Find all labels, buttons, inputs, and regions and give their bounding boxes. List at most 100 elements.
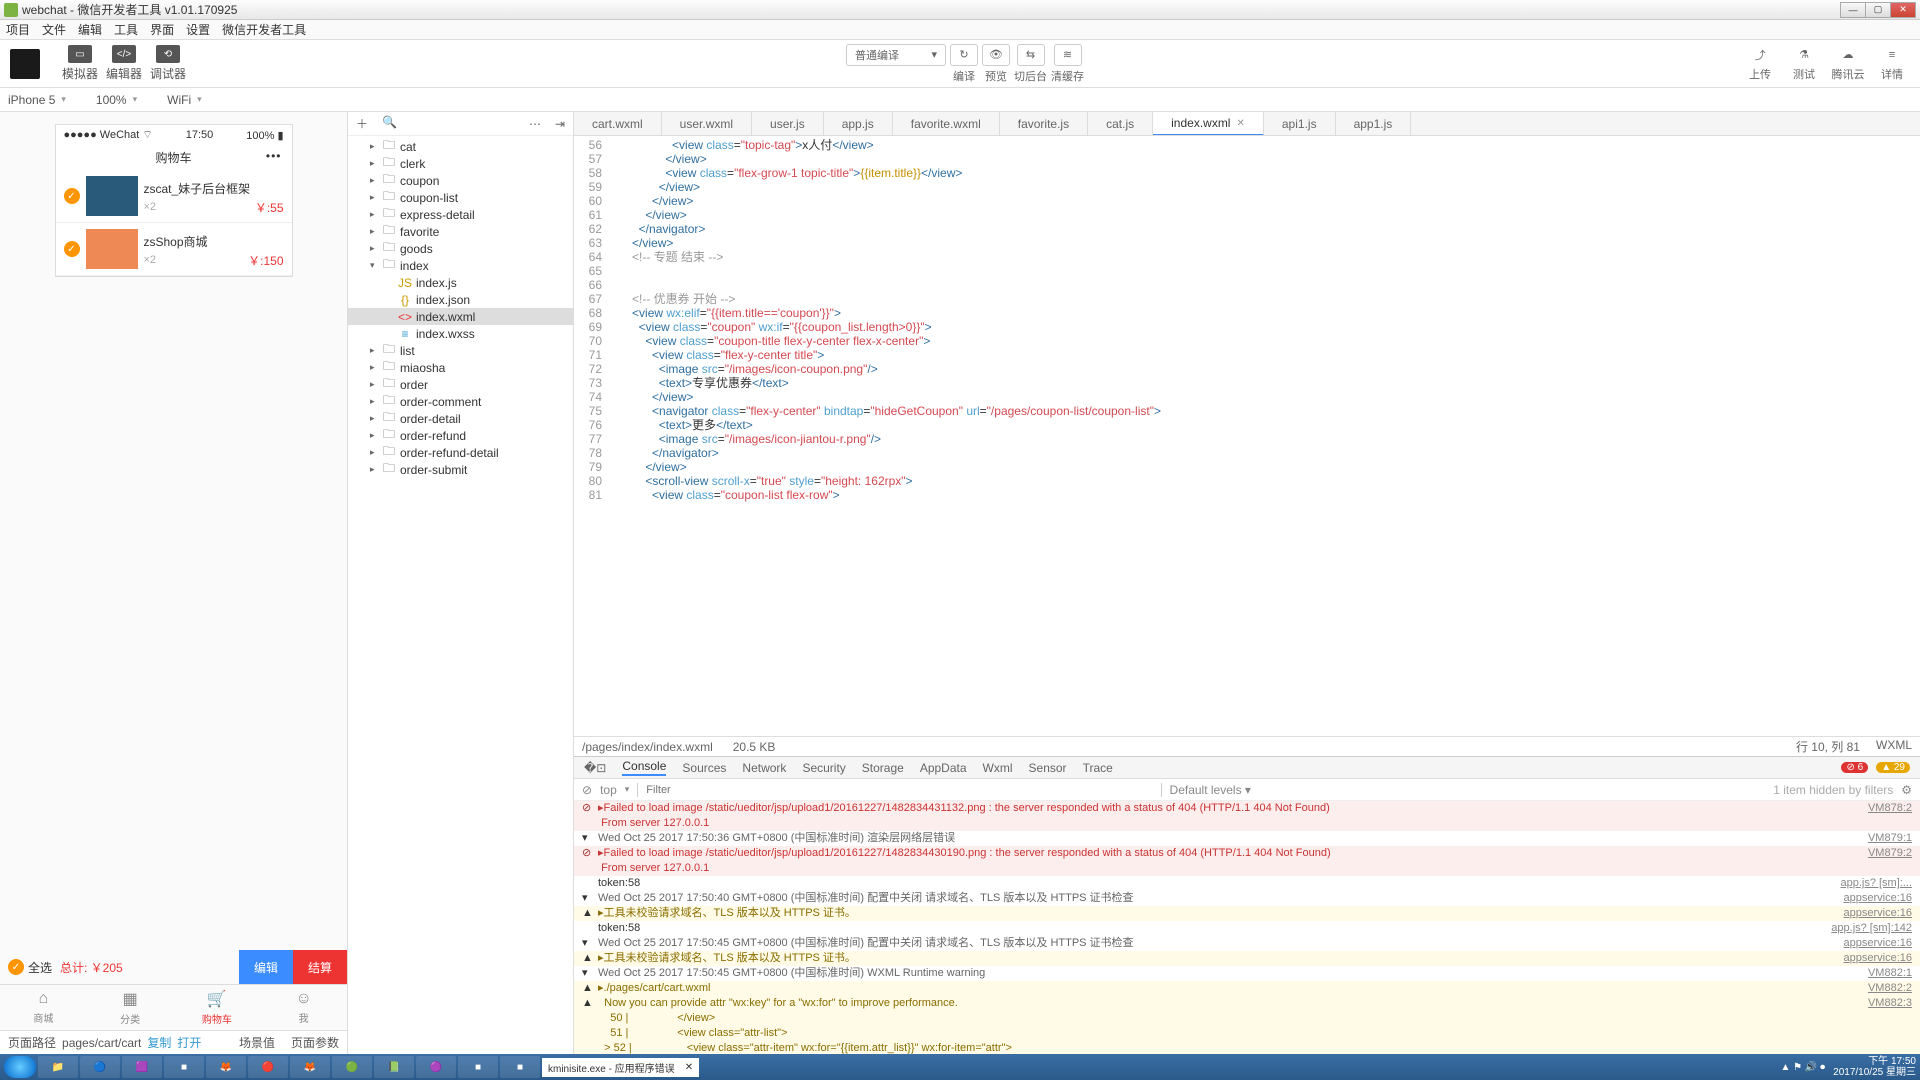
clear-console-button[interactable]: ⊘ [582, 783, 592, 797]
tb-测试-icon[interactable]: ⚗ [1792, 46, 1816, 64]
clock[interactable]: 下午 17:50 2017/10/25 星期三 [1833, 1056, 1916, 1078]
filter-input[interactable] [646, 784, 1152, 796]
taskbar-item[interactable]: ■ [164, 1056, 204, 1078]
taskbar-item[interactable]: 🟣 [416, 1056, 456, 1078]
cart-item[interactable]: ✓ zsShop商城 ×2 ￥:150 [56, 223, 292, 276]
devtools-toggle-icon[interactable]: �⊡ [584, 761, 606, 775]
log-line[interactable]: ▲▸./pages/cart/cart.wxmlVM882:2 [574, 981, 1920, 996]
tree-file-index.wxml[interactable]: <>index.wxml [348, 308, 573, 325]
devtools-tab-sensor[interactable]: Sensor [1029, 761, 1067, 775]
system-tray[interactable]: ▲ ⚑ 🔊 ⏺ 下午 17:50 2017/10/25 星期三 [1781, 1056, 1917, 1078]
start-button[interactable] [4, 1056, 36, 1078]
log-line[interactable]: ▾Wed Oct 25 2017 17:50:45 GMT+0800 (中国标准… [574, 966, 1920, 981]
error-count[interactable]: ⊘ 6 [1841, 762, 1868, 773]
add-file-button[interactable]: ＋ [356, 115, 368, 132]
log-line[interactable]: token:58app.js? [sm]:... [574, 876, 1920, 891]
taskbar-item[interactable]: 🔵 [80, 1056, 120, 1078]
close-icon[interactable]: ✕ [685, 1062, 693, 1073]
taskbar-item[interactable]: 📁 [38, 1056, 78, 1078]
tb-清缓存-icon[interactable]: ≋ [1054, 44, 1082, 66]
log-line[interactable]: ▾Wed Oct 25 2017 17:50:40 GMT+0800 (中国标准… [574, 891, 1920, 906]
code-editor[interactable]: 56 57 58 59 60 61 62 63 64 65 66 67 68 6… [574, 136, 1920, 736]
taskbar-item[interactable]: 📗 [374, 1056, 414, 1078]
taskbar-item[interactable]: ■ [500, 1056, 540, 1078]
close-button[interactable]: ✕ [1890, 2, 1916, 18]
taskbar-item[interactable]: 🦊 [206, 1056, 246, 1078]
menu-文件[interactable]: 文件 [42, 21, 66, 38]
settings-icon[interactable]: ⚙ [1901, 783, 1912, 797]
devtools-tab-storage[interactable]: Storage [862, 761, 904, 775]
log-line[interactable]: ⊘▸Failed to load image /static/ueditor/j… [574, 801, 1920, 831]
page-params[interactable]: 页面参数 [291, 1034, 339, 1051]
source-link[interactable]: app.js? [sm]:... [1840, 876, 1912, 891]
copy-link[interactable]: 复制 [147, 1034, 171, 1051]
devtools-tab-wxml[interactable]: Wxml [983, 761, 1013, 775]
collapse-button[interactable]: ⇥ [555, 117, 565, 131]
tab-user.wxml[interactable]: user.wxml [662, 112, 752, 136]
log-line[interactable]: ▲▸工具未校验请求域名、TLS 版本以及 HTTPS 证书。appservice… [574, 951, 1920, 966]
devtools-tab-appdata[interactable]: AppData [920, 761, 967, 775]
nav-分类[interactable]: ▦分类 [87, 985, 174, 1030]
select-all-checkbox[interactable]: ✓ [8, 959, 24, 975]
source-link[interactable]: appservice:16 [1844, 906, 1913, 921]
source-link[interactable]: VM882:2 [1868, 981, 1912, 996]
devtools-tab-sources[interactable]: Sources [682, 761, 726, 775]
context-select[interactable]: top [600, 783, 617, 797]
tab-app1.js[interactable]: app1.js [1336, 112, 1412, 136]
log-line[interactable]: ⊘▸Failed to load image /static/ueditor/j… [574, 846, 1920, 876]
tab-api1.js[interactable]: api1.js [1264, 112, 1336, 136]
tab-user.js[interactable]: user.js [752, 112, 824, 136]
source-link[interactable]: appservice:16 [1844, 936, 1913, 951]
active-window-tab[interactable]: kminisite.exe - 应用程序错误 ✕ [542, 1058, 699, 1077]
devtools-tab-security[interactable]: Security [802, 761, 845, 775]
toolbar-编辑器[interactable]: </>编辑器 [102, 45, 146, 82]
menu-设置[interactable]: 设置 [186, 21, 210, 38]
network-select[interactable]: WiFi [167, 93, 202, 107]
tab-close-icon[interactable]: ✕ [1236, 118, 1244, 129]
devtools-tab-console[interactable]: Console [622, 759, 666, 776]
tree-file-index.js[interactable]: JSindex.js [348, 274, 573, 291]
source-link[interactable]: appservice:16 [1844, 951, 1913, 966]
menu-界面[interactable]: 界面 [150, 21, 174, 38]
search-button[interactable]: 🔍 [382, 115, 397, 132]
taskbar-item[interactable]: 🦊 [290, 1056, 330, 1078]
nav-商城[interactable]: ⌂商城 [0, 985, 87, 1030]
source-link[interactable]: VM882:3 [1868, 996, 1912, 1054]
tb-切后台-icon[interactable]: ⇆ [1017, 44, 1045, 66]
tb-详情-icon[interactable]: ≡ [1880, 46, 1904, 64]
devtools-tab-trace[interactable]: Trace [1083, 761, 1113, 775]
taskbar-item[interactable]: 🟢 [332, 1056, 372, 1078]
edit-button[interactable]: 编辑 [239, 950, 293, 984]
tree-folder-index[interactable]: ▾🗀index [348, 257, 573, 274]
checkout-button[interactable]: 结算 [293, 950, 347, 984]
menu-button[interactable]: ••• [266, 149, 282, 163]
menu-项目[interactable]: 项目 [6, 21, 30, 38]
menu-工具[interactable]: 工具 [114, 21, 138, 38]
tb-腾讯云-icon[interactable]: ☁ [1836, 46, 1860, 64]
tab-index.wxml[interactable]: index.wxml✕ [1153, 112, 1264, 136]
log-level-select[interactable]: Default levels ▾ [1170, 783, 1251, 797]
nav-购物车[interactable]: 🛒购物车 [174, 985, 261, 1030]
cart-item[interactable]: ✓ zscat_妹子后台框架 ×2 ￥:55 [56, 170, 292, 223]
toolbar-调试器[interactable]: ⟲调试器 [146, 45, 190, 82]
zoom-select[interactable]: 100% [96, 93, 137, 107]
tb-上传-icon[interactable]: ⤴ [1748, 46, 1772, 64]
nav-我[interactable]: ☺我 [260, 985, 347, 1030]
taskbar-item[interactable]: ■ [458, 1056, 498, 1078]
warning-count[interactable]: ▲ 29 [1876, 762, 1910, 773]
source-link[interactable]: app.js? [sm]:142 [1831, 921, 1912, 936]
tree-file-index.json[interactable]: {}index.json [348, 291, 573, 308]
tab-favorite.wxml[interactable]: favorite.wxml [893, 112, 1000, 136]
log-line[interactable]: ▲ Now you can provide attr "wx:key" for … [574, 996, 1920, 1054]
tab-cat.js[interactable]: cat.js [1088, 112, 1153, 136]
more-button[interactable]: ⋯ [529, 117, 541, 131]
source-link[interactable]: VM879:1 [1868, 831, 1912, 846]
log-line[interactable]: token:58app.js? [sm]:142 [574, 921, 1920, 936]
minimize-button[interactable]: — [1840, 2, 1866, 18]
log-line[interactable]: ▾Wed Oct 25 2017 17:50:45 GMT+0800 (中国标准… [574, 936, 1920, 951]
tb-预览-icon[interactable]: 👁 [982, 44, 1010, 66]
log-line[interactable]: ▾Wed Oct 25 2017 17:50:36 GMT+0800 (中国标准… [574, 831, 1920, 846]
tab-cart.wxml[interactable]: cart.wxml [574, 112, 662, 136]
project-avatar[interactable] [10, 49, 40, 79]
compile-mode-select[interactable]: 普通编译 ▾ [846, 44, 946, 66]
